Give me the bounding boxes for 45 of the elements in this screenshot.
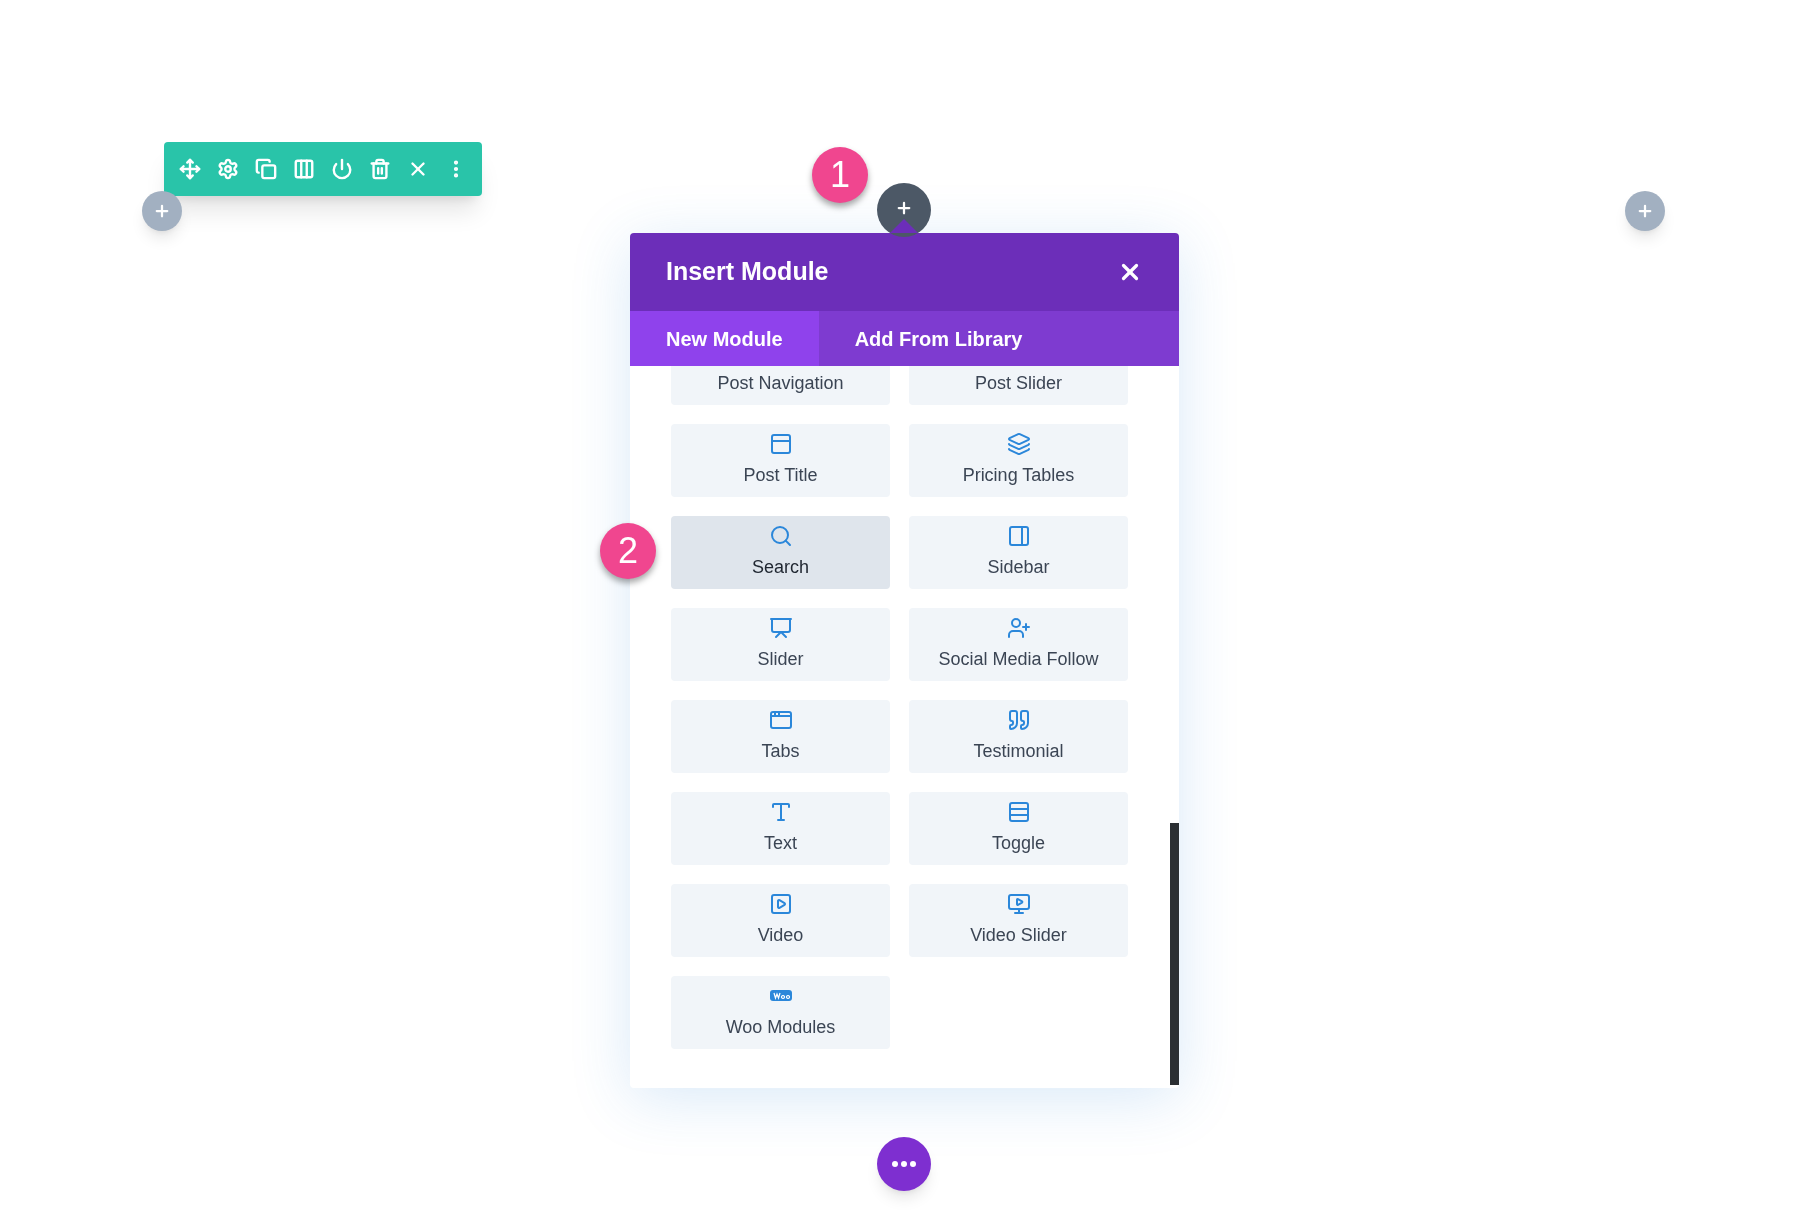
module-card[interactable]: Video Slider (909, 884, 1128, 957)
plus-icon (1636, 202, 1654, 220)
modal-tab[interactable]: Add From Library (818, 311, 1059, 366)
columns-icon[interactable] (293, 158, 315, 180)
module-card[interactable]: Woo Modules (671, 976, 890, 1049)
module-card[interactable]: Video (671, 884, 890, 957)
module-card[interactable]: Post Title (671, 424, 890, 497)
rows-icon (1006, 800, 1031, 824)
plus-icon (153, 202, 171, 220)
move-icon[interactable] (179, 158, 201, 180)
user-plus-icon (1006, 616, 1031, 640)
power-icon[interactable] (331, 158, 353, 180)
more-options-button[interactable] (877, 1137, 931, 1191)
trash-icon[interactable] (369, 158, 391, 180)
tab-window-icon (768, 708, 793, 732)
module-card[interactable]: Social Media Follow (909, 608, 1128, 681)
window-icon (768, 432, 793, 456)
settings-icon[interactable] (217, 158, 239, 180)
module-card[interactable]: Testimonial (909, 700, 1128, 773)
add-module-button[interactable] (877, 183, 931, 237)
module-card[interactable]: Post Slider (909, 366, 1128, 405)
module-card[interactable]: Toggle (909, 792, 1128, 865)
modal-title: Insert Module (666, 256, 829, 288)
add-row-button[interactable] (1625, 191, 1665, 231)
module-card[interactable]: Sidebar (909, 516, 1128, 589)
search-icon (768, 524, 793, 548)
step-badge: 2 (600, 523, 656, 579)
module-card[interactable]: Tabs (671, 700, 890, 773)
module-card[interactable]: Text (671, 792, 890, 865)
monitor-play-icon (1006, 892, 1031, 916)
plus-icon (895, 199, 913, 217)
quote-icon (1006, 708, 1031, 732)
play-icon (768, 892, 793, 916)
module-card[interactable]: Pricing Tables (909, 424, 1128, 497)
modal-tab[interactable]: New Module (630, 311, 819, 366)
slides-icon (768, 616, 793, 640)
module-card[interactable]: Slider (671, 608, 890, 681)
more-icon (892, 1161, 916, 1167)
sidebar-icon (1006, 524, 1031, 548)
step-badge: 1 (812, 147, 868, 203)
add-row-button[interactable] (142, 191, 182, 231)
module-card[interactable]: Post Navigation (671, 366, 890, 405)
layers-icon (1006, 432, 1031, 456)
module-card[interactable]: Search (671, 516, 890, 589)
duplicate-icon[interactable] (255, 158, 277, 180)
